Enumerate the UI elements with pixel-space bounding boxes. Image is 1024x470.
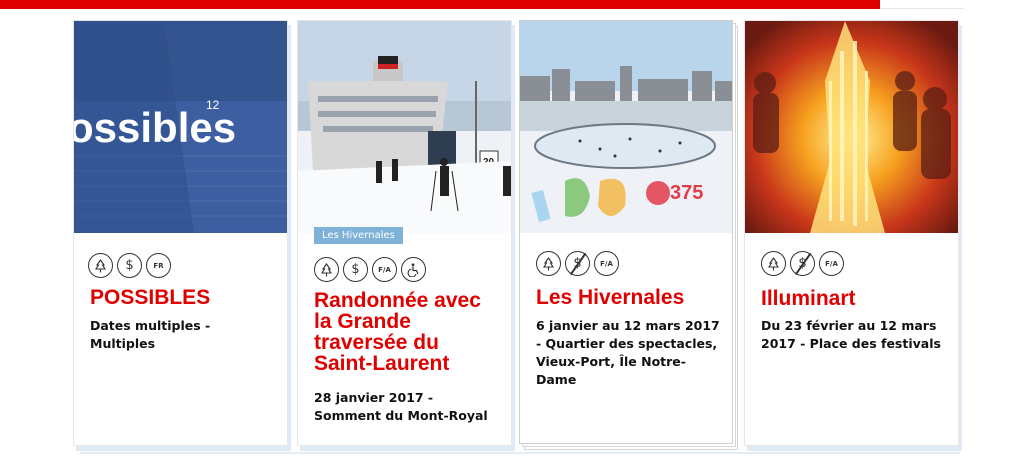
event-tag[interactable]: Les Hivernales bbox=[314, 227, 403, 244]
event-description: Du 23 février au 12 mars 2017 - Place de… bbox=[761, 318, 941, 351]
image-text: 375 bbox=[670, 182, 703, 204]
no-dollar-icon: $ bbox=[565, 251, 590, 276]
top-red-bar bbox=[0, 0, 880, 9]
event-title[interactable]: Illuminart bbox=[761, 287, 951, 311]
event-image[interactable]: 375 bbox=[520, 21, 732, 233]
event-title[interactable]: Les Hivernales bbox=[536, 286, 726, 310]
tree-icon bbox=[536, 251, 561, 276]
fa-icon: F/A bbox=[594, 251, 619, 276]
tree-icon bbox=[314, 257, 339, 282]
dollar-icon: $ bbox=[117, 253, 142, 278]
icon-row: $ F/A bbox=[761, 251, 844, 276]
event-description: 28 janvier 2017 - Somment du Mont-Royal bbox=[314, 390, 488, 423]
event-title[interactable]: Randonnée avec la Grande traversée du Sa… bbox=[314, 290, 494, 374]
event-description: 6 janvier au 12 mars 2017 - Quartier des… bbox=[536, 318, 720, 387]
event-card-hivernales[interactable]: 375 $ F/A Les Hivernales 6 janvier au 12… bbox=[519, 20, 733, 444]
event-description: Dates multiples - Multiples bbox=[90, 318, 211, 351]
dollar-icon: $ bbox=[343, 257, 368, 282]
event-image[interactable]: ossibles 12 bbox=[74, 21, 287, 233]
event-title[interactable]: POSSIBLES bbox=[90, 286, 280, 310]
tree-icon bbox=[761, 251, 786, 276]
bottom-divider bbox=[80, 452, 960, 454]
fa-icon: F/A bbox=[372, 257, 397, 282]
event-card-illuminart[interactable]: $ F/A Illuminart Du 23 février au 12 mar… bbox=[744, 20, 959, 446]
icon-row: $ F/A bbox=[314, 257, 426, 282]
wheelchair-icon bbox=[401, 257, 426, 282]
tree-icon bbox=[88, 253, 113, 278]
no-dollar-icon: $ bbox=[790, 251, 815, 276]
icon-row: $ F/A bbox=[536, 251, 619, 276]
event-image[interactable] bbox=[745, 21, 958, 233]
fa-icon: F/A bbox=[819, 251, 844, 276]
image-superscript: 12 bbox=[206, 98, 220, 112]
event-card-possibles[interactable]: ossibles 12 $ FR POSSIBLES Dates multipl… bbox=[73, 20, 288, 446]
top-divider bbox=[880, 8, 964, 9]
fr-icon: FR bbox=[146, 253, 171, 278]
event-card-randonnee[interactable]: 20 Les Hivernales $ F/A Randon bbox=[297, 20, 512, 446]
icon-row: $ FR bbox=[88, 253, 171, 278]
event-image[interactable]: 20 bbox=[298, 21, 511, 233]
